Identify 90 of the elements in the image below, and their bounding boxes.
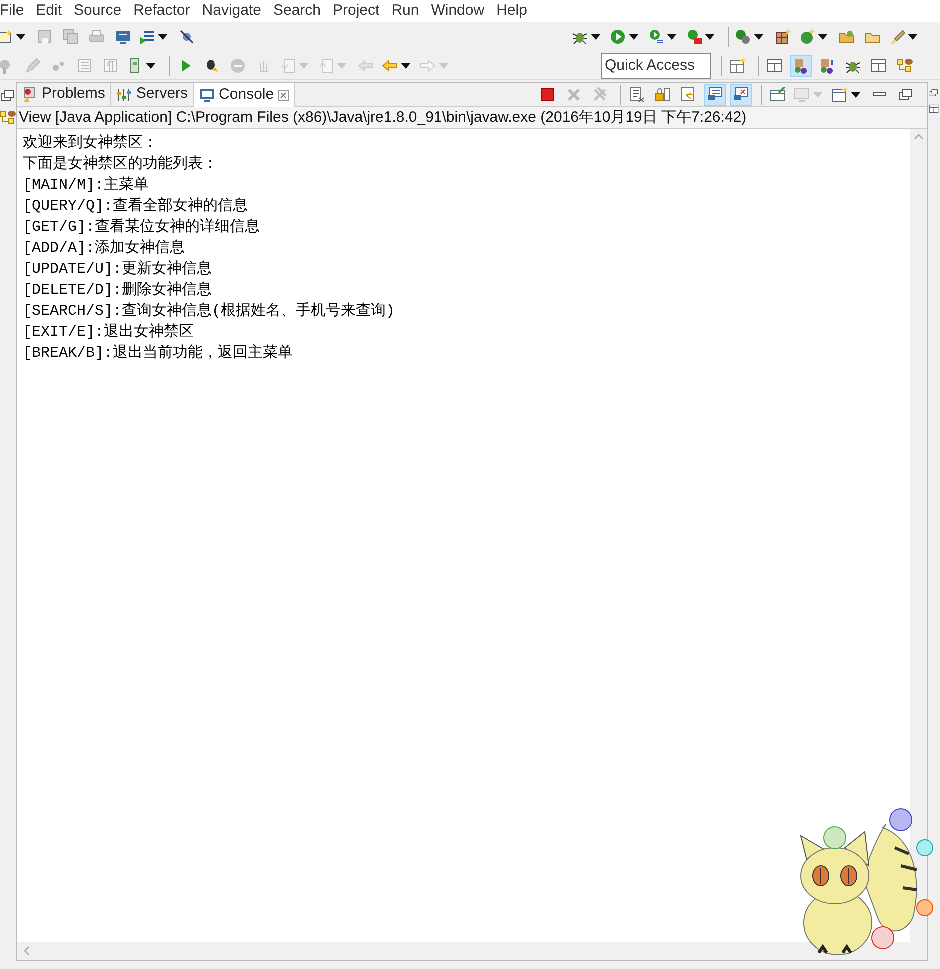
pin-console-icon [707, 86, 723, 102]
run-configuration-icon [648, 28, 664, 44]
back-icon [358, 58, 374, 74]
menu-item[interactable]: Refactor [128, 0, 196, 22]
caret-icon[interactable] [704, 32, 716, 40]
problems-icon [22, 86, 38, 102]
forward-icon [420, 58, 436, 74]
caret-icon[interactable] [400, 62, 412, 70]
caret-icon[interactable] [15, 32, 27, 40]
list-run-icon [139, 28, 155, 44]
console-line: [ADD/A]:添加女神信息 [23, 238, 186, 259]
caret-icon[interactable] [590, 32, 602, 40]
console-icon [199, 87, 216, 103]
restore-icon[interactable] [929, 88, 939, 98]
printer-icon [89, 28, 105, 44]
folder-icon [839, 28, 855, 44]
caret-icon[interactable] [628, 32, 640, 40]
console-line: 下面是女神禁区的功能列表： [23, 154, 219, 175]
java-ee-button[interactable] [790, 54, 812, 76]
gear-icon [735, 28, 751, 44]
step-into-icon [280, 58, 296, 74]
caret-icon[interactable] [850, 90, 862, 98]
console-line: [EXIT/E]:退出女神禁区 [23, 322, 196, 343]
servers-icon [116, 86, 132, 102]
menu-item[interactable]: Project [327, 0, 386, 22]
window-layout-icon [767, 58, 783, 74]
window-layout-icon [871, 58, 887, 74]
close-icon[interactable] [278, 90, 290, 100]
console-line: 欢迎来到女神禁区： [23, 133, 159, 154]
hierarchy-icon [897, 58, 913, 74]
clear-console-icon [629, 86, 645, 102]
caret-icon[interactable] [907, 32, 919, 40]
java-icon [819, 58, 835, 74]
pin-icon [179, 28, 195, 44]
new-class-icon [799, 28, 815, 44]
quick-access-field[interactable]: Quick Access [601, 52, 711, 78]
console-line: [QUERY/Q]:查看全部女神的信息 [23, 196, 250, 217]
word-wrap-icon [681, 86, 697, 102]
stop-icon [230, 58, 246, 74]
open-perspective-icon [730, 58, 746, 74]
display-console-icon [794, 86, 810, 102]
standard-error-button[interactable] [730, 84, 752, 106]
run-icon [610, 28, 626, 44]
pin-console-button[interactable] [704, 84, 726, 106]
window-layout-icon[interactable] [929, 104, 939, 114]
console-line: [BREAK/B]:退出当前功能，返回主菜单 [23, 343, 294, 364]
standard-error-icon [733, 86, 749, 102]
package-icon [775, 28, 791, 44]
pencil-icon [25, 58, 41, 74]
remove-all-icon [592, 86, 608, 102]
console-line: [GET/G]:查看某位女神的详细信息 [23, 218, 262, 238]
process-description: View [Java Application] C:\Program Files (x86)\Java\jre1.8.0_91\bin\javaw.exe (2016年10月19日 下午7:26:42) [17, 107, 927, 129]
menu-item[interactable]: Search [267, 0, 327, 22]
document-icon [77, 58, 93, 74]
java-ee-icon [793, 58, 809, 74]
open-console-icon [832, 86, 848, 102]
horizontal-scrollbar[interactable] [17, 942, 910, 960]
caret-icon[interactable] [145, 62, 157, 70]
restore-icon [898, 86, 914, 102]
pilcrow-icon [103, 58, 119, 74]
hierarchy-icon [0, 110, 16, 126]
menu-item[interactable]: Source [68, 0, 128, 22]
vertical-scrollbar[interactable] [910, 129, 927, 942]
step-return-icon [318, 58, 334, 74]
menu-item[interactable]: Navigate [196, 0, 268, 22]
brush-icon [889, 28, 905, 44]
caret-icon[interactable] [666, 32, 678, 40]
console-line: [SEARCH/S]:查询女神信息(根据姓名、手机号来查询) [23, 302, 396, 322]
new-file-icon [0, 28, 13, 44]
save-all-icon [63, 28, 79, 44]
caret-icon[interactable] [753, 32, 765, 40]
new-console-icon [770, 86, 786, 102]
console-line: [MAIN/M]:主菜单 [23, 175, 150, 196]
menu-item[interactable]: File [0, 0, 30, 22]
menu-item[interactable]: Window [425, 0, 491, 22]
back-arrow-icon [382, 58, 398, 74]
caret-icon[interactable] [157, 32, 169, 40]
terminate-icon [540, 86, 556, 102]
caret-icon[interactable] [817, 32, 829, 40]
external-tools-icon [686, 28, 702, 44]
menu-item[interactable]: Run [386, 0, 426, 22]
console-line: [UPDATE/U]:更新女神信息 [23, 260, 214, 280]
console-line: [DELETE/D]:删除女神信息 [23, 280, 214, 301]
monitor-icon [115, 28, 131, 44]
menu-item[interactable]: Help [490, 0, 534, 22]
lock-icon [655, 86, 671, 102]
menu-item[interactable]: Edit [30, 0, 68, 22]
save-icon [37, 28, 53, 44]
remove-icon [566, 86, 582, 102]
view-tab[interactable]: Console [194, 83, 296, 107]
